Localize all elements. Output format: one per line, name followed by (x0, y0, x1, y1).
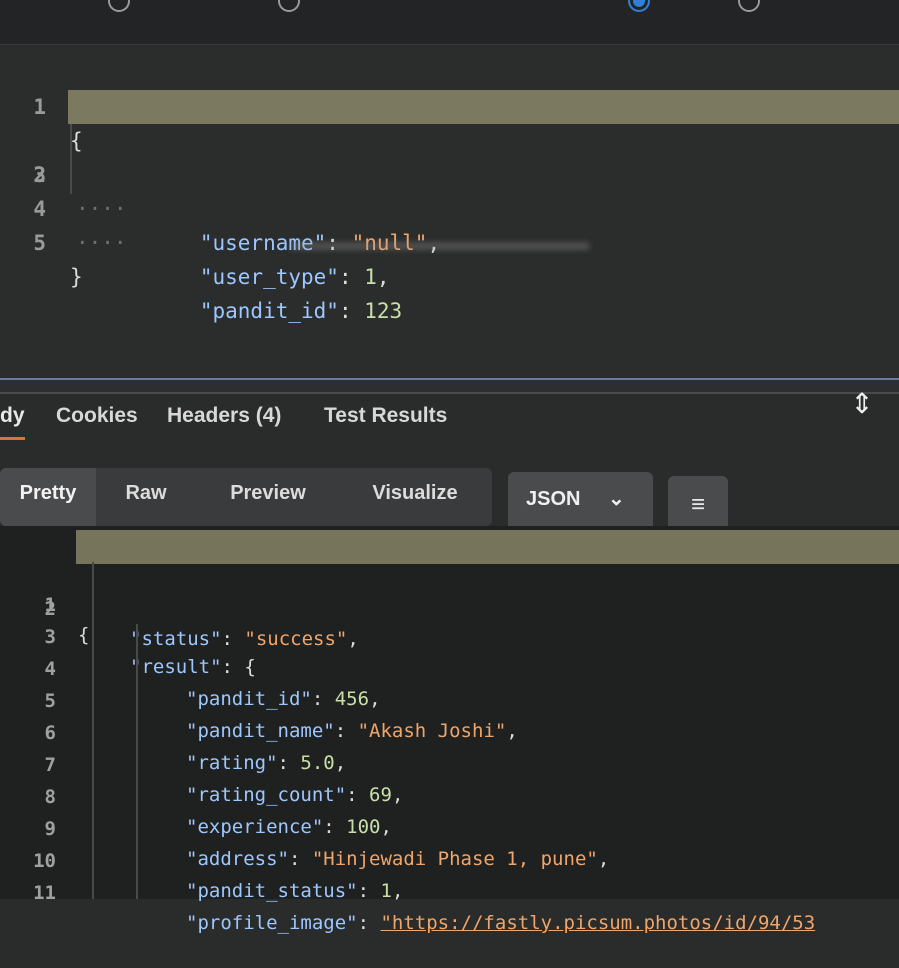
code-line: 10 "pandit_status": 1, (0, 816, 899, 902)
pretty-button[interactable]: Pretty (0, 468, 96, 526)
current-line-highlight (76, 530, 899, 564)
response-body-viewer[interactable]: 1 { 2 "status": "success", 3 "result": {… (0, 526, 899, 934)
line-number: 11 (33, 882, 56, 904)
radio-x-www-form[interactable] (278, 0, 300, 12)
tab-test-results[interactable]: Test Results (324, 404, 447, 428)
code-line: 2 "username": "null", (0, 90, 899, 255)
json-key: "profile_image" (186, 912, 358, 934)
code-line: 5 } (0, 192, 899, 289)
tab-cookies[interactable]: Cookies (56, 404, 138, 428)
code-line: 4 ···· "pandit_id": 123 (0, 158, 899, 323)
pane-divider[interactable] (0, 378, 899, 394)
request-body-editor[interactable]: 1 { 2 "username": "null", 3 ···· "user_t… (0, 46, 899, 376)
format-select-label: JSON (526, 488, 581, 510)
code-line: 8 "experience": 100, (0, 752, 899, 838)
body-type-options (0, 0, 899, 45)
tab-headers[interactable]: Headers (4) (167, 404, 281, 428)
code-line: 3 ···· "user_type": 1, (0, 124, 899, 289)
visualize-button[interactable]: Visualize (352, 468, 478, 526)
radio-form-data[interactable] (108, 0, 130, 12)
code-line: 5 "pandit_name": "Akash Joshi", (0, 656, 899, 742)
profile-image-link[interactable]: "https://fastly.picsum.photos/id/94/53 (380, 912, 815, 934)
code-line: 6 "rating": 5.0, (0, 688, 899, 774)
radio-binary[interactable] (738, 0, 760, 12)
json-key: "pandit_id" (199, 299, 339, 323)
indent-guide (92, 562, 94, 899)
view-mode-group: Pretty Raw Preview Visualize (0, 468, 492, 526)
radio-raw[interactable] (628, 0, 650, 12)
code-line: 7 "rating_count": 69, (0, 720, 899, 806)
code-line: 9 "address": "Hinjewadi Phase 1, pune", (0, 784, 899, 870)
indent-guide (136, 624, 138, 899)
code-text: } (70, 265, 83, 289)
code-line: 3 "result": { (0, 592, 899, 678)
indent-guide (70, 124, 72, 194)
chevron-down-icon: ⌄ (608, 488, 625, 510)
code-line: 11 "profile_image": "https://fastly.pics… (0, 848, 899, 934)
response-tabs: dy Cookies Headers (4) Test Results (0, 398, 899, 448)
tab-body[interactable]: dy (0, 404, 25, 440)
current-line-highlight (68, 90, 899, 124)
code-line: 1 { (0, 56, 899, 153)
format-select[interactable]: JSON ⌄ (508, 472, 653, 532)
line-number: 5 (33, 231, 46, 255)
blurred-region (290, 242, 590, 250)
preview-button[interactable]: Preview (210, 468, 326, 526)
code-line: 4 "pandit_id": 456, (0, 624, 899, 710)
code-line: 1 { (0, 530, 899, 646)
json-value: 123 (364, 299, 403, 323)
raw-button[interactable]: Raw (104, 468, 188, 526)
